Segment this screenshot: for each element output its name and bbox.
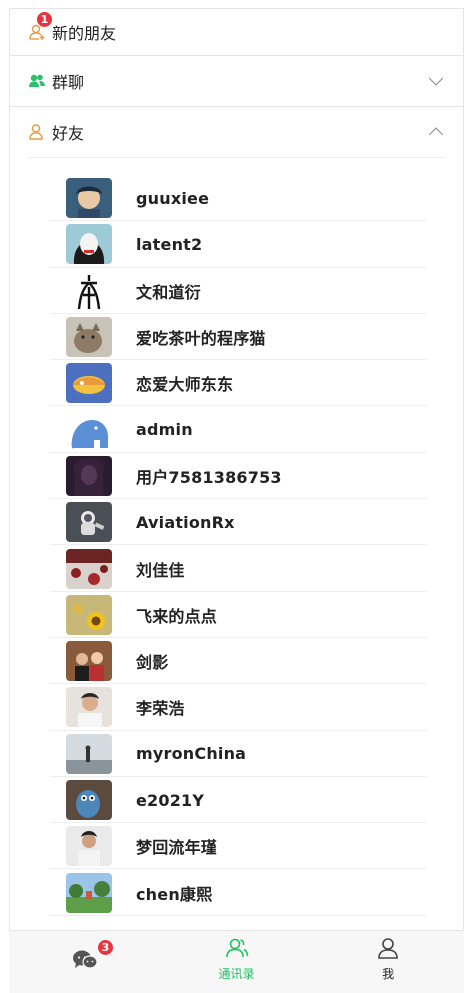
avatar [66,363,112,404]
friend-name: 飞来的点点 [136,606,218,626]
avatar [66,780,112,820]
contacts-screen: 1 新的朋友 群聊 好友 guuxiee latent2 文和道衍 爱吃茶叶的程序 [9,8,464,993]
avatar [66,317,112,358]
tab-chats[interactable]: 3 [9,931,161,993]
bottom-tab-bar: 3 通讯录 我 [9,930,464,993]
tab-me-label: 我 [382,967,395,981]
tab-contacts[interactable]: 通讯录 [161,931,313,993]
avatar [66,826,112,867]
avatar [66,270,112,311]
friend-row[interactable]: 文和道衍 [10,268,463,314]
friends-label: 好友 [52,124,85,143]
groups-label: 群聊 [52,73,85,92]
chevron-up-icon[interactable] [428,127,444,142]
friend-name: guuxiee [136,188,210,208]
friend-name: 李荣浩 [136,699,185,719]
friend-name: latent2 [136,234,203,254]
person-icon [28,123,46,141]
divider [28,157,445,158]
friend-row[interactable]: 用户7581386753 [10,453,463,500]
friend-row[interactable]: 飞来的点点 [10,592,463,638]
row-divider [130,914,427,916]
chat-bubbles-icon [72,949,98,975]
avatar [66,178,112,219]
friend-row[interactable]: e2021Y [10,777,463,824]
friend-name: e2021Y [136,790,205,810]
friend-name: 剑影 [136,653,169,673]
new-friends-label: 新的朋友 [52,24,117,43]
friend-row[interactable]: 剑影 [10,638,463,685]
friend-row[interactable]: AviationRx [10,499,463,546]
friend-row[interactable]: 恋爱大师东东 [10,360,463,407]
friend-list: guuxiee latent2 文和道衍爱吃茶叶的程序猫 恋爱大师东东 admin 用户7… [10,175,463,916]
friend-name: 文和道衍 [136,282,201,302]
friend-row[interactable]: 爱吃茶叶的程序猫 [10,314,463,361]
row-divider [50,914,130,916]
avatar [66,641,112,682]
friends-section-header[interactable]: 好友 [10,107,463,157]
friend-name: 恋爱大师东东 [136,375,234,395]
friend-row[interactable]: latent2 [10,221,463,268]
avatar [66,502,112,543]
new-friends-row[interactable]: 1 新的朋友 [10,9,463,55]
chevron-down-icon[interactable] [428,71,444,86]
avatar [66,733,112,774]
groups-row[interactable]: 群聊 [10,56,463,106]
friend-name: chen康熙 [136,884,213,904]
friend-row[interactable]: myronChina [10,731,463,777]
tab-me[interactable]: 我 [312,931,464,993]
friend-name: myronChina [136,744,247,764]
group-icon [28,72,46,90]
chats-badge: 3 [97,939,114,956]
tab-contacts-label: 通讯录 [218,967,255,981]
contacts-icon [225,937,249,963]
friend-row[interactable]: admin [10,406,463,453]
avatar [66,687,112,728]
new-friends-badge: 1 [36,11,53,28]
friend-name: 梦回流年瑾 [136,838,218,858]
avatar [66,872,112,913]
avatar [66,455,112,496]
friend-name: 爱吃茶叶的程序猫 [136,329,266,349]
avatar [66,548,112,589]
friend-name: 刘佳佳 [136,560,185,580]
friend-name: 用户7581386753 [136,467,282,487]
friend-name: admin [136,420,193,440]
friend-row[interactable]: 梦回流年瑾 [10,823,463,870]
friend-name: AviationRx [136,512,235,532]
friend-row[interactable]: chen康熙 [10,869,463,916]
avatar [66,594,112,635]
friend-row[interactable]: guuxiee [10,175,463,222]
avatar [66,409,112,450]
friend-row[interactable]: 刘佳佳 [10,545,463,592]
avatar [66,224,112,265]
friend-row[interactable]: 李荣浩 [10,684,463,731]
person-outline-icon [376,937,400,963]
